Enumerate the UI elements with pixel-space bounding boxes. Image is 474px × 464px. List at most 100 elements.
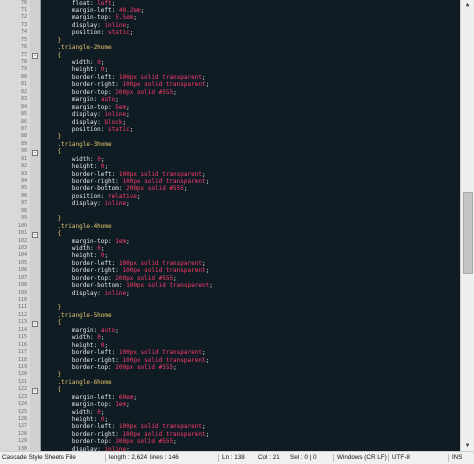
code-line[interactable]: 127 border-left: 100px solid transparent… [0, 423, 461, 430]
code-line[interactable]: 116 height: 0; [0, 342, 461, 349]
code-line[interactable]: 94 border-right: 100px solid transparent… [0, 178, 461, 185]
code-line[interactable]: 70 float: left; [0, 0, 461, 7]
code-line[interactable]: 79 height: 0; [0, 66, 461, 73]
vertical-scrollbar[interactable]: ▲ ▼ [460, 0, 474, 451]
code-line[interactable]: 78 width: 0; [0, 59, 461, 66]
code-line[interactable]: 125 width: 0; [0, 409, 461, 416]
code-line[interactable]: 72 margin-top: 5.5em; [0, 14, 461, 21]
code-line[interactable]: 124 margin-top: 1em; [0, 401, 461, 408]
token-prop: border-bottom [43, 282, 119, 290]
code-line[interactable]: 76 .triangle-2home [0, 44, 461, 51]
code-line[interactable]: 105 border-left: 100px solid transparent… [0, 260, 461, 267]
code-area[interactable]: 70 float: left; 71 margin-left: 40.2em; 72… [0, 0, 461, 451]
code-line[interactable]: 104 height: 0; [0, 252, 461, 259]
code-line[interactable]: 95 border-bottom: 200px solid #555; [0, 185, 461, 192]
code-line[interactable]: 92 height: 0; [0, 163, 461, 170]
code-line[interactable]: 80 border-left: 100px solid transparent; [0, 74, 461, 81]
code-line[interactable]: 99 } [0, 215, 461, 222]
token-prop: position [43, 29, 101, 37]
code-line[interactable]: 73 display: inline; [0, 22, 461, 29]
code-line[interactable]: 106 border-right: 100px solid transparen… [0, 267, 461, 274]
code-line[interactable]: 107 border-top: 200px solid #555; [0, 275, 461, 282]
line-text: { [43, 386, 61, 393]
code-line[interactable]: 71 margin-left: 40.2em; [0, 7, 461, 14]
status-insert-mode[interactable]: INS [452, 452, 463, 464]
token-punc: : [118, 185, 127, 193]
line-text: margin-left: 60em; [43, 394, 137, 401]
code-line[interactable]: 109 display: inline; [0, 290, 461, 297]
code-line[interactable]: 83 margin: auto; [0, 96, 461, 103]
line-number: 81 [20, 81, 27, 88]
code-line[interactable]: 86 display: block; [0, 119, 461, 126]
code-line[interactable]: 90− { [0, 148, 461, 156]
scroll-thumb[interactable] [463, 192, 473, 274]
status-eol-format[interactable]: Windows (CR LF) [337, 452, 387, 464]
code-line[interactable]: 103 width: 0; [0, 245, 461, 252]
line-number: 73 [20, 21, 27, 28]
token-punc: ; [100, 59, 105, 66]
code-line[interactable]: 87 position: static; [0, 126, 461, 133]
code-line[interactable]: 112 .triangle-5home [0, 312, 461, 319]
scroll-up-arrow-icon[interactable]: ▲ [462, 0, 473, 10]
scroll-down-arrow-icon[interactable]: ▼ [462, 441, 473, 451]
token-val: auto [100, 96, 116, 104]
token-prop: border-left [43, 349, 112, 357]
token-prop: display [43, 200, 98, 208]
line-number: 113 [17, 319, 27, 326]
token-val: 100px solid transparent [118, 423, 202, 431]
code-line[interactable]: 126 height: 0; [0, 416, 461, 423]
code-line[interactable]: 115 width: 0; [0, 334, 461, 341]
code-line[interactable]: 77− { [0, 52, 461, 60]
line-text: float: left; [43, 0, 115, 7]
code-line[interactable]: 75 } [0, 37, 461, 44]
code-line[interactable]: 108 border-bottom: 100px solid transpare… [0, 282, 461, 289]
line-text: border-right: 100px solid transparent; [43, 81, 209, 88]
token-prop: border-right [43, 430, 116, 438]
code-line[interactable]: 81 border-right: 100px solid transparent… [0, 81, 461, 88]
code-line[interactable]: 82 border-top: 200px solid #555; [0, 89, 461, 96]
code-line[interactable]: 122− { [0, 386, 461, 394]
line-number: 115 [17, 334, 27, 341]
status-encoding[interactable]: UTF-8 [392, 452, 410, 464]
code-line[interactable]: 89 .triangle-3home [0, 141, 461, 148]
code-line[interactable]: 119 border-top: 200px solid #555; [0, 364, 461, 371]
code-line[interactable]: 85 display: inline; [0, 111, 461, 118]
code-line[interactable]: 97 display: inline; [0, 200, 461, 207]
code-line[interactable]: 117 border-left: 100px solid transparent… [0, 349, 461, 356]
line-number: 106 [17, 267, 27, 274]
token-val: 100px solid transparent [126, 282, 210, 290]
code-line[interactable]: 98 [0, 208, 461, 215]
code-line[interactable]: 129 border-top: 200px solid #555; [0, 438, 461, 445]
line-text: display: inline; [43, 22, 130, 29]
token-sel: .triangle-4home [43, 222, 112, 230]
token-punc: : [111, 259, 119, 267]
code-line[interactable]: 101− { [0, 230, 461, 238]
code-line[interactable]: 96 position: relative; [0, 193, 461, 200]
token-punc: ; [100, 244, 105, 252]
token-punc: ; [136, 192, 141, 200]
code-line[interactable]: 88 } [0, 133, 461, 140]
code-line[interactable]: 84 margin-top: 5em; [0, 104, 461, 111]
code-line[interactable]: 91 width: 0; [0, 156, 461, 163]
code-line[interactable]: 118 border-right: 100px solid transparen… [0, 357, 461, 364]
token-val: 100px solid transparent [118, 349, 202, 357]
code-line[interactable]: 113− { [0, 319, 461, 327]
token-punc: : [93, 163, 101, 171]
token-brace: { [43, 148, 62, 156]
code-line[interactable]: 74 position: static; [0, 29, 461, 36]
code-line[interactable]: 102 margin-top: 1em; [0, 238, 461, 245]
code-line[interactable]: 114 margin: auto; [0, 327, 461, 334]
editor-pane[interactable]: 70 float: left; 71 margin-left: 40.2em; 72… [0, 0, 474, 451]
token-punc: ; [205, 267, 210, 275]
token-prop: height [43, 66, 94, 74]
token-prop: margin [43, 326, 94, 334]
code-line[interactable]: 100 .triangle-4home [0, 223, 461, 230]
code-line[interactable]: 121 .triangle-6home [0, 379, 461, 386]
code-line[interactable]: 111 } [0, 304, 461, 311]
code-line[interactable]: 120 } [0, 371, 461, 378]
line-text: margin-top: 1em; [43, 238, 130, 245]
code-line[interactable]: 128 border-right: 100px solid transparen… [0, 431, 461, 438]
code-line[interactable]: 93 border-left: 100px solid transparent; [0, 171, 461, 178]
code-line[interactable]: 110 [0, 297, 461, 304]
code-line[interactable]: 123 margin-left: 60em; [0, 394, 461, 401]
